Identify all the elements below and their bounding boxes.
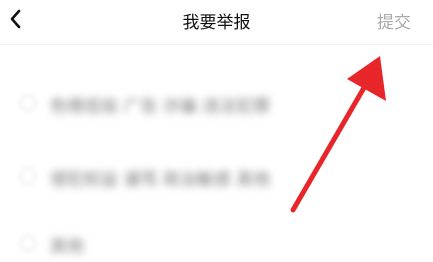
radio-icon[interactable] [20, 95, 36, 111]
submit-button[interactable]: 提交 [377, 8, 411, 33]
report-option-label: 侵犯权益 谩骂 政治敏感 其他 [50, 170, 271, 190]
page-title: 我要举报 [182, 13, 251, 33]
radio-icon[interactable] [20, 235, 36, 251]
report-option-label: 色情低俗 广告 诈骗 违法犯罪 [50, 97, 271, 117]
radio-icon[interactable] [20, 168, 36, 184]
report-option[interactable]: 色情低俗 广告 诈骗 违法犯罪 [0, 82, 433, 122]
report-option-label: 其他 [50, 237, 84, 257]
report-option[interactable]: 其他 [0, 222, 433, 262]
nav-divider [0, 44, 433, 45]
report-option[interactable]: 侵犯权益 谩骂 政治敏感 其他 [0, 155, 433, 195]
nav-bar: 我要举报 提交 [0, 0, 433, 44]
